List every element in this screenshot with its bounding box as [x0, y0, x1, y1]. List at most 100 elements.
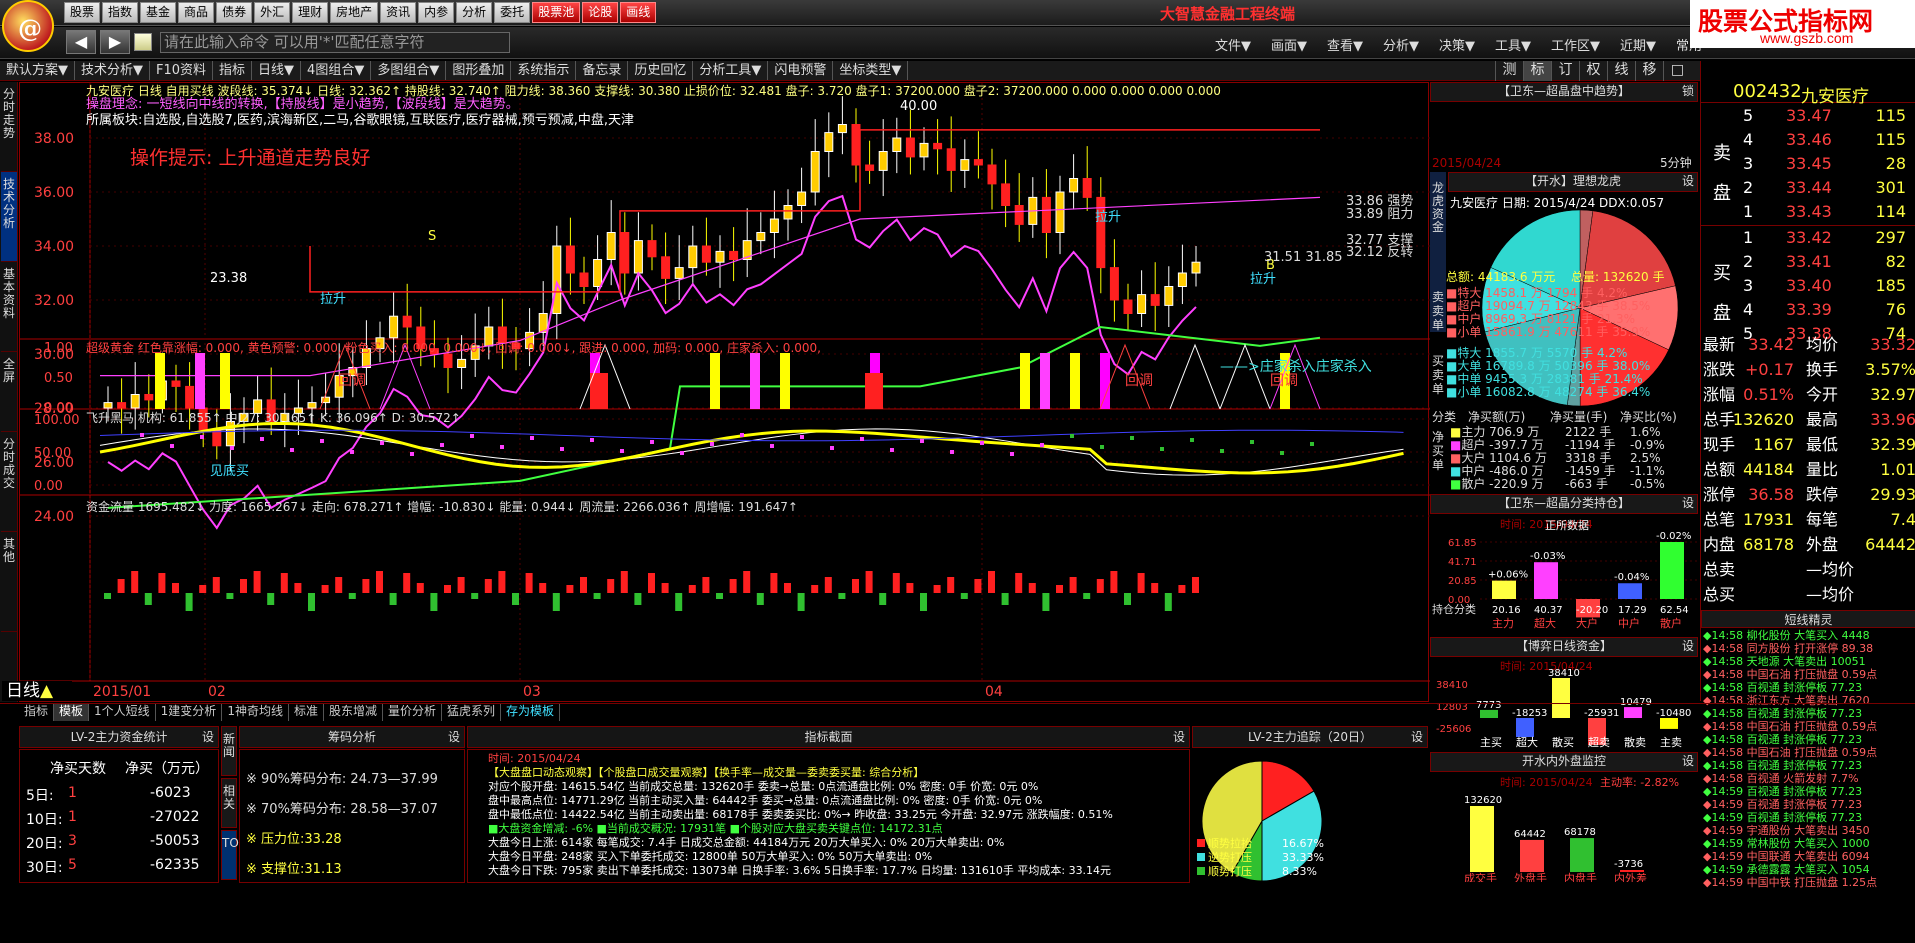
right-tool-2[interactable]: 订	[1551, 61, 1579, 81]
top-menu-item-0[interactable]: 股票	[64, 2, 101, 23]
toolbar-item-13[interactable]: 坐标类型▼	[833, 61, 909, 80]
vtab-4[interactable]: 分时成交	[1, 432, 17, 532]
top-menu-item-7[interactable]: 房地产	[330, 2, 379, 23]
toolbar-item-12[interactable]: 闪电预警	[768, 61, 834, 80]
menu2-item-2[interactable]: 查看▼	[1327, 35, 1363, 54]
top-menu-item-3[interactable]: 商品	[178, 2, 215, 23]
rp3-head-0: 分类	[1432, 410, 1457, 424]
candle	[1123, 299, 1133, 314]
vtab-1[interactable]: 技术分析	[1, 172, 17, 262]
p1-side-tab-2[interactable]: TOP	[221, 830, 246, 880]
menu2-item-7[interactable]: 近期▼	[1620, 35, 1656, 54]
p4-settings-button[interactable]: 设	[1411, 727, 1423, 748]
toolbar-item-2[interactable]: F10资料	[150, 61, 214, 80]
period-label[interactable]: 日线▲	[2, 681, 72, 701]
candle	[1055, 191, 1065, 233]
right-tool-6[interactable]: □	[1663, 61, 1691, 81]
stat-row-4: 现手 1167 最低 32.39	[1701, 433, 1915, 457]
flow-bar	[852, 579, 859, 593]
stock-code: 002432	[1733, 81, 1802, 102]
p1-side-tab-1[interactable]: 相关	[221, 778, 237, 828]
kline-chart-area[interactable]: 38.00 36.00 34.00 32.00 30.00 28.00 26.00 24.00…	[2, 82, 1430, 702]
right-tool-5[interactable]: 移	[1635, 61, 1663, 81]
top-menu-item-1[interactable]: 指数	[102, 2, 139, 23]
menu2-item-5[interactable]: 工具▼	[1495, 35, 1531, 54]
toolbar-item-0[interactable]: 默认方案▼	[0, 61, 75, 80]
vtab-2[interactable]: 基本资料	[1, 262, 17, 352]
indicator1-title: 超级黄金 红色靠涨幅: 0.000, 黄色预警: 0.000, 粉色买入: 0.…	[86, 341, 821, 355]
top-menu-item-9[interactable]: 内参	[418, 2, 455, 23]
ind2-dot	[500, 445, 504, 449]
flow-bar	[1083, 593, 1091, 599]
toolbar-item-3[interactable]: 指标	[213, 61, 253, 80]
back-arrow-icon[interactable]: ◀	[66, 30, 96, 54]
rp1-interval: 5分钟	[1660, 156, 1692, 170]
top-menu-item-14[interactable]: 画线	[620, 2, 657, 23]
p1-label-3: 30日:	[26, 860, 63, 876]
candle	[824, 132, 834, 152]
flow-bar	[716, 593, 723, 599]
top-menu-item-13[interactable]: 论股	[582, 2, 619, 23]
toolbar-item-4[interactable]: 日线▼	[252, 61, 302, 80]
top-menu-item-2[interactable]: 基金	[140, 2, 177, 23]
vtab-3[interactable]: 全屏	[1, 352, 17, 432]
operation-hint: 操作提示: 上升通道走势良好	[130, 147, 371, 169]
menu2-item-3[interactable]: 分析▼	[1383, 35, 1419, 54]
toolbar-item-8[interactable]: 系统指示	[511, 61, 577, 80]
toolbar-item-9[interactable]: 备忘录	[576, 61, 629, 80]
command-input[interactable]: 请在此输入命令 可以用'*'匹配任意字符	[160, 32, 510, 53]
note-icon[interactable]	[134, 33, 152, 51]
buy-row-2: 2 33.41 82	[1701, 250, 1915, 274]
rp4-bar-1	[1534, 562, 1558, 599]
menu2-item-0[interactable]: 文件▼	[1215, 35, 1251, 54]
p2-settings-button[interactable]: 设	[448, 727, 460, 748]
candle	[946, 148, 956, 171]
top-menu-item-11[interactable]: 委托	[494, 2, 531, 23]
rp3-head-3: 净买比(%)	[1620, 410, 1677, 424]
rp5-settings-button[interactable]: 设	[1682, 638, 1694, 655]
top-menu-item-6[interactable]: 理财	[292, 2, 329, 23]
app-logo[interactable]: @	[2, 0, 54, 52]
toolbar-item-10[interactable]: 历史回忆	[628, 61, 694, 80]
p1-days-1: 1	[68, 809, 77, 825]
top-menu-item-8[interactable]: 资讯	[380, 2, 417, 23]
top-menu-item-10[interactable]: 分析	[456, 2, 493, 23]
stat-label2-0: 均价	[1806, 335, 1839, 354]
rp4-tick: 20.85	[1448, 576, 1477, 587]
rp4-settings-button[interactable]: 设	[1682, 495, 1694, 512]
p3-settings-button[interactable]: 设	[1173, 727, 1185, 748]
rp2-settings-button[interactable]: 设	[1682, 173, 1694, 190]
right-tool-4[interactable]: 线	[1607, 61, 1635, 81]
rp1-lock-button[interactable]: 锁	[1682, 83, 1694, 100]
menu2-item-6[interactable]: 工作区▼	[1551, 35, 1600, 54]
p3-line-2: 对应个股开盘: 14615.54亿 当前成交总量: 132620手 委卖→总量:…	[488, 780, 1039, 793]
candle	[892, 137, 902, 152]
vtab-0[interactable]: 分时走势	[1, 82, 17, 172]
right-tool-3[interactable]: 权	[1579, 61, 1607, 81]
toolbar-item-6[interactable]: 多图组合▼	[371, 61, 447, 80]
toolbar-item-1[interactable]: 技术分析▼	[75, 61, 150, 80]
toolbar-item-11[interactable]: 分析工具▼	[693, 61, 769, 80]
ind2-dot	[620, 449, 624, 453]
right-tool-0[interactable]: 测	[1495, 61, 1523, 81]
p1-settings-button[interactable]: 设	[202, 727, 214, 748]
menu2-item-1[interactable]: 画面▼	[1271, 35, 1307, 54]
rp2-header: 【开水】理想龙虎 设	[1448, 172, 1698, 192]
p1-side-tab-0[interactable]: 新闻	[221, 726, 237, 776]
toolbar-item-7[interactable]: 图形叠加	[446, 61, 512, 80]
right-tool-1[interactable]: 标	[1523, 61, 1551, 81]
menu2-item-4[interactable]: 决策▼	[1439, 35, 1475, 54]
triangle-icon: ▲	[40, 681, 54, 701]
toolbar-item-5[interactable]: 4图组合▼	[301, 61, 372, 80]
forward-arrow-icon[interactable]: ▶	[100, 30, 130, 54]
flow-bar	[1137, 573, 1145, 593]
flow-bar	[607, 579, 615, 593]
top-menu-item-12[interactable]: 股票池	[532, 2, 581, 23]
stat-label2-9: —均价	[1806, 560, 1855, 579]
ind1-bar	[220, 353, 230, 409]
top-menu-item-4[interactable]: 债券	[216, 2, 253, 23]
vtab-5[interactable]: 其他	[1, 532, 17, 632]
candle	[933, 142, 943, 150]
top-menu-item-5[interactable]: 外汇	[254, 2, 291, 23]
rp4-title: 【卫东—超晶分类持仓】	[1497, 496, 1630, 510]
